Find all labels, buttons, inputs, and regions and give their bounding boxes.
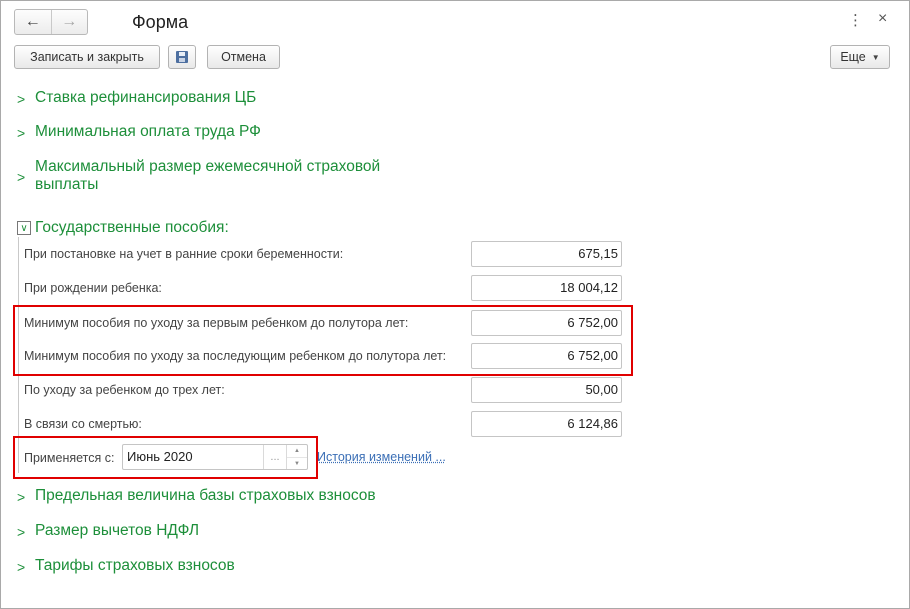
arrow-left-icon: ← xyxy=(24,13,41,30)
chevron-right-icon: > xyxy=(17,524,26,540)
arrow-right-icon: → xyxy=(61,13,78,30)
form-window: ← → Форма ⋮ × Записать и закрыть Отмена … xyxy=(0,0,910,609)
floppy-disk-icon xyxy=(176,51,188,63)
select-button[interactable]: ... xyxy=(263,445,286,469)
early-pregnancy-label: При постановке на учет в ранние сроки бе… xyxy=(24,247,344,261)
more-actions-icon[interactable]: ⋮ xyxy=(848,11,863,31)
chevron-right-icon: > xyxy=(17,91,26,107)
chevron-right-icon: > xyxy=(17,559,26,575)
save-and-close-button[interactable]: Записать и закрыть xyxy=(14,45,160,69)
early-pregnancy-field[interactable]: 675,15 xyxy=(471,241,622,267)
group-label: Государственные пособия: xyxy=(35,219,229,236)
cancel-button[interactable]: Отмена xyxy=(207,45,280,69)
chevron-down-icon: ∨ xyxy=(17,221,31,235)
group-label: Минимальная оплата труда РФ xyxy=(35,123,261,140)
death-label: В связи со смертью: xyxy=(24,417,142,431)
group-label: Максимальный размер ежемесячной страхово… xyxy=(35,158,380,194)
group-refinancing-rate[interactable]: > Ставка рефинансирования ЦБ xyxy=(17,89,256,109)
birth-label: При рождении ребенка: xyxy=(24,281,162,295)
care-three-years-field[interactable]: 50,00 xyxy=(471,377,622,403)
group-ndfl-deductions[interactable]: > Размер вычетов НДФЛ xyxy=(17,522,199,542)
applies-from-field: Июнь 2020 ... ▲ ▼ xyxy=(122,444,308,470)
group-label: Тарифы страховых взносов xyxy=(35,557,235,574)
spin-up-icon[interactable]: ▲ xyxy=(287,445,307,457)
chevron-down-icon: ▼ xyxy=(871,52,880,62)
more-button[interactable]: Еще ▼ xyxy=(830,45,890,69)
close-icon[interactable]: × xyxy=(878,10,887,28)
group-indent-line xyxy=(18,237,19,473)
nav-buttons: ← → xyxy=(14,9,88,35)
applies-from-input[interactable]: Июнь 2020 xyxy=(123,445,263,469)
group-label-line-1: Максимальный размер ежемесячной страхово… xyxy=(35,158,381,175)
month-stepper: ▲ ▼ xyxy=(286,445,307,469)
change-history-link[interactable]: История изменений ... xyxy=(317,450,446,464)
group-contrib-rates[interactable]: > Тарифы страховых взносов xyxy=(17,557,235,577)
group-contrib-base[interactable]: > Предельная величина базы страховых взн… xyxy=(17,487,376,507)
save-button[interactable] xyxy=(168,45,196,69)
more-button-label: Еще xyxy=(840,50,866,64)
back-button[interactable]: ← xyxy=(15,10,51,34)
birth-field[interactable]: 18 004,12 xyxy=(471,275,622,301)
min-next-child-label: Минимум пособия по уходу за последующим … xyxy=(24,349,447,363)
group-label: Размер вычетов НДФЛ xyxy=(35,522,200,539)
care-three-years-label: По уходу за ребенком до трех лет: xyxy=(24,383,225,397)
group-state-benefits[interactable]: ∨ Государственные пособия: xyxy=(17,219,229,237)
chevron-right-icon: > xyxy=(17,169,26,185)
min-next-child-field[interactable]: 6 752,00 xyxy=(471,343,622,369)
min-first-child-field[interactable]: 6 752,00 xyxy=(471,310,622,336)
spin-down-icon[interactable]: ▼ xyxy=(287,457,307,470)
group-label: Предельная величина базы страховых взнос… xyxy=(35,487,376,504)
group-label: Ставка рефинансирования ЦБ xyxy=(35,89,257,106)
forward-button[interactable]: → xyxy=(50,10,88,34)
group-label-line-2: выплаты xyxy=(35,176,99,193)
group-minimum-wage[interactable]: > Минимальная оплата труда РФ xyxy=(17,123,261,143)
window-title: Форма xyxy=(132,12,189,32)
min-first-child-label: Минимум пособия по уходу за первым ребен… xyxy=(24,316,409,330)
death-field[interactable]: 6 124,86 xyxy=(471,411,622,437)
chevron-right-icon: > xyxy=(17,125,26,141)
chevron-right-icon: > xyxy=(17,489,26,505)
group-max-insurance-payment[interactable]: > Максимальный размер ежемесячной страхо… xyxy=(17,158,380,194)
applies-from-label: Применяется с: xyxy=(24,451,115,465)
